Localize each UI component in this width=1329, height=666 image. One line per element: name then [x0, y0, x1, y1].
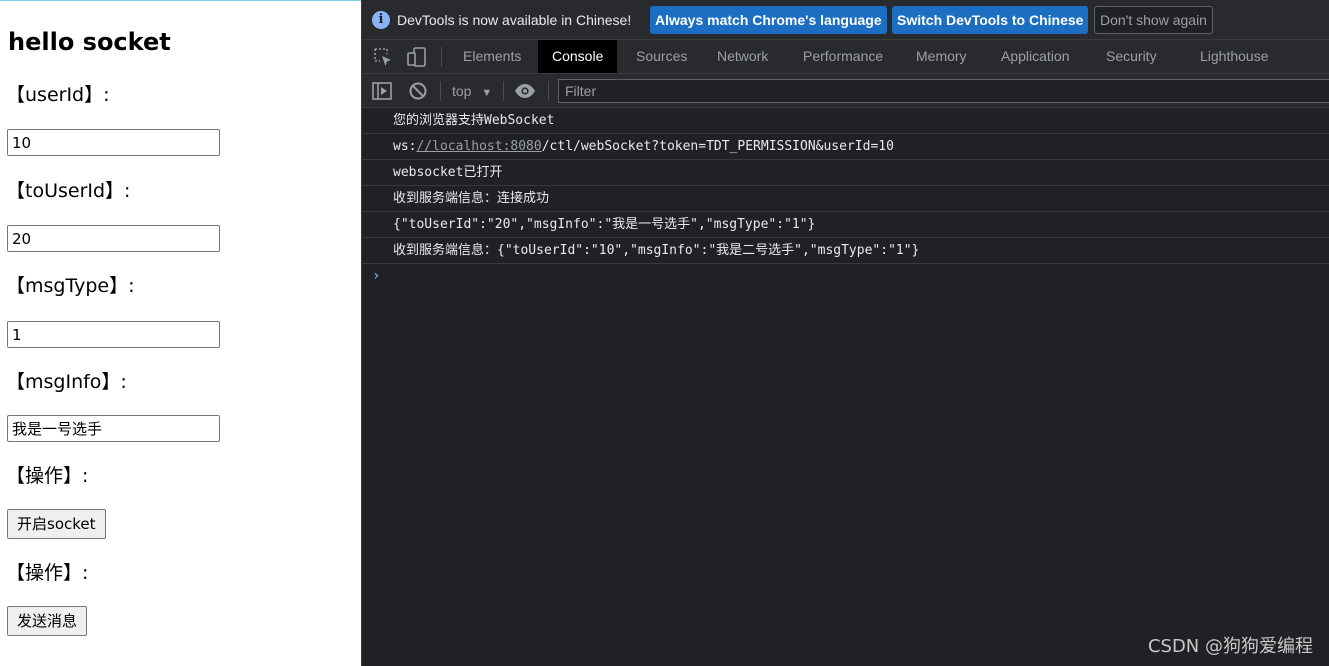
tab-network[interactable]: Network: [703, 40, 782, 73]
clear-console-icon[interactable]: [407, 80, 429, 102]
sidebar-toggle-icon[interactable]: [371, 80, 393, 102]
device-toggle-icon[interactable]: [406, 46, 428, 68]
action-label-send: 【操作】:: [6, 562, 89, 584]
dropdown-arrow-icon: ▼: [481, 87, 493, 99]
tab-console[interactable]: Console: [538, 40, 618, 73]
context-selector[interactable]: top ▼: [452, 82, 492, 102]
msg-info-label: 【msgInfo】:: [6, 371, 127, 393]
toolbar-divider: [440, 81, 441, 101]
to-user-id-label: 【toUserId】:: [6, 180, 131, 202]
csdn-watermark: CSDN @狗狗爱编程: [1147, 636, 1313, 657]
match-language-button[interactable]: Always match Chrome's language: [650, 6, 887, 34]
inspect-element-icon[interactable]: [372, 46, 394, 68]
console-message: {"toUserId":"20","msgInfo":"我是一号选手","msg…: [362, 212, 1329, 238]
user-id-label: 【userId】:: [6, 84, 110, 106]
console-message: 收到服务端信息：{"toUserId":"10","msgInfo":"我是二号…: [362, 238, 1329, 264]
send-message-button[interactable]: 发送消息: [7, 606, 88, 636]
tab-elements[interactable]: Elements: [449, 40, 535, 73]
msg-info-input[interactable]: [7, 415, 220, 442]
web-page: hello socket 【userId】: 【toUserId】: 【msgT…: [0, 0, 361, 666]
msg-type-label: 【msgType】:: [6, 275, 135, 297]
page-heading: hello socket: [8, 28, 171, 56]
tabbar-divider: [441, 47, 442, 67]
toolbar-divider: [548, 81, 549, 101]
devtools-tabbar: Elements Console Sources Network Perform…: [362, 40, 1329, 74]
tab-security[interactable]: Security: [1092, 40, 1171, 73]
tab-memory[interactable]: Memory: [902, 40, 981, 73]
action-label-open: 【操作】:: [6, 465, 89, 487]
switch-to-chinese-button[interactable]: Switch DevTools to Chinese: [892, 6, 1089, 34]
devtools-panel: i DevTools is now available in Chinese! …: [361, 0, 1329, 666]
console-message: ws://localhost:8080/ctl/webSocket?token=…: [362, 134, 1329, 160]
info-icon: i: [372, 11, 390, 29]
msg-type-input[interactable]: [7, 321, 220, 348]
localhost-link[interactable]: //localhost:8080: [416, 139, 541, 154]
tab-lighthouse[interactable]: Lighthouse: [1186, 40, 1283, 73]
console-toolbar: top ▼ Filter: [362, 74, 1329, 108]
infobar-message: DevTools is now available in Chinese!: [397, 12, 632, 28]
message-suffix: /ctl/webSocket?token=TDT_PERMISSION&user…: [541, 139, 894, 154]
toolbar-divider: [503, 81, 504, 101]
to-user-id-input[interactable]: [7, 225, 220, 252]
open-socket-button[interactable]: 开启socket: [7, 509, 106, 539]
tab-application[interactable]: Application: [987, 40, 1084, 73]
eye-icon[interactable]: [514, 80, 536, 102]
user-id-input[interactable]: [7, 129, 220, 156]
tab-sources[interactable]: Sources: [622, 40, 701, 73]
context-value: top: [452, 83, 472, 99]
console-message: websocket已打开: [362, 160, 1329, 186]
language-infobar: i DevTools is now available in Chinese! …: [362, 0, 1329, 40]
console-output: 您的浏览器支持WebSocket ws://localhost:8080/ctl…: [362, 108, 1329, 288]
filter-input[interactable]: Filter: [558, 79, 1329, 103]
console-prompt[interactable]: ›: [362, 264, 1329, 288]
console-message: 收到服务端信息：连接成功: [362, 186, 1329, 212]
message-prefix: ws:: [393, 139, 417, 154]
console-message: 您的浏览器支持WebSocket: [362, 108, 1329, 134]
tab-performance[interactable]: Performance: [789, 40, 897, 73]
dont-show-again-button[interactable]: Don't show again: [1094, 6, 1213, 34]
